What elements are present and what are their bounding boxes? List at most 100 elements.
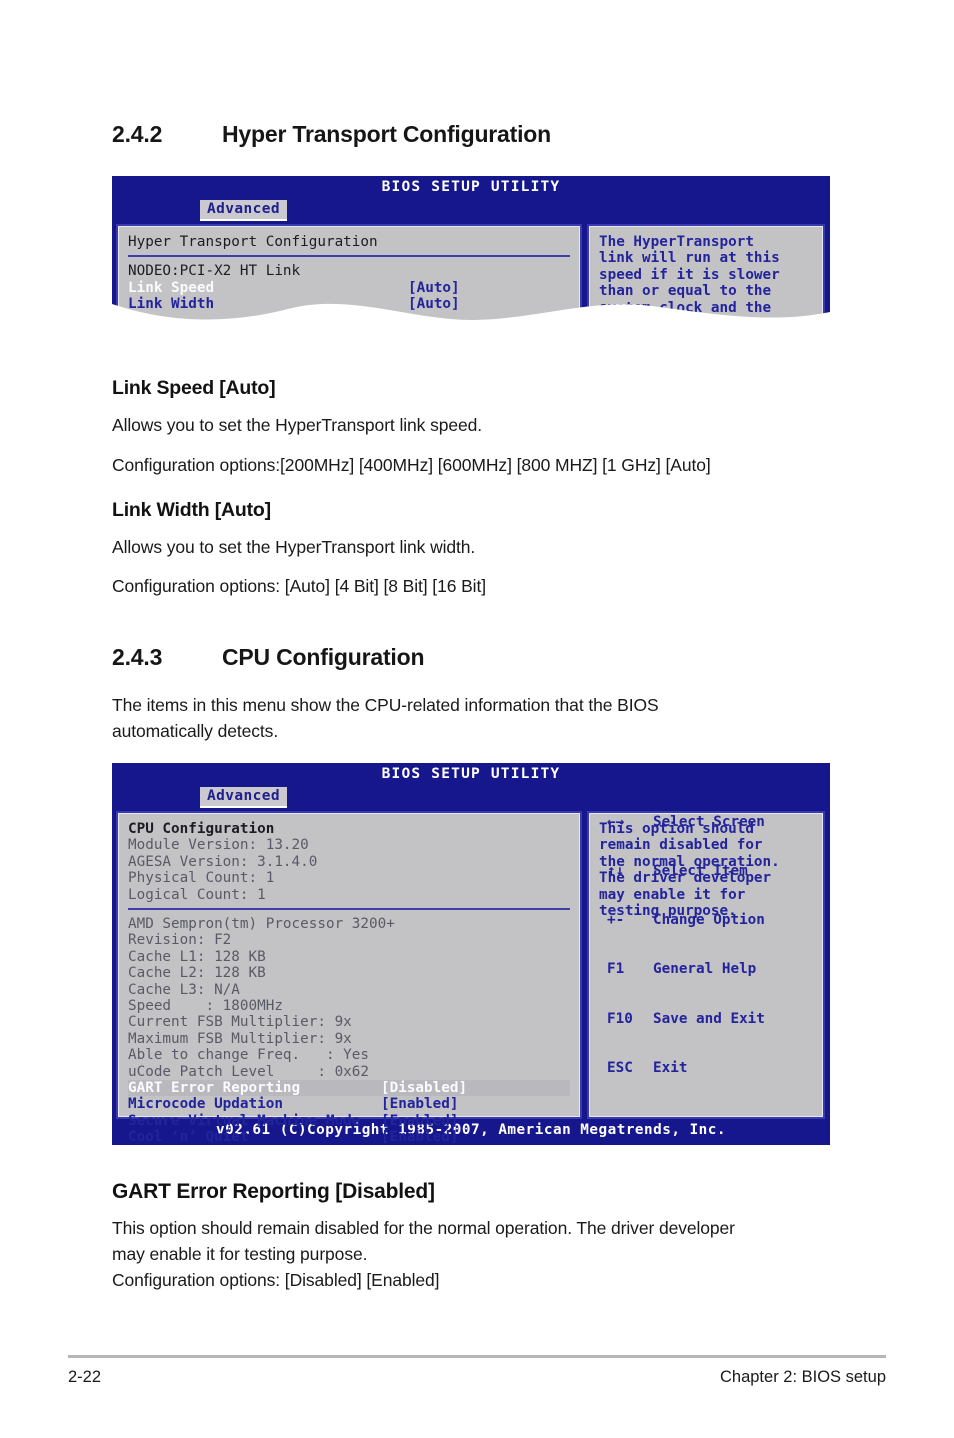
help-line: link will run at this [599,250,780,267]
up-down-arrows-icon: ↑↓ [607,862,625,879]
f1-key-icon: F1 [607,961,625,978]
info-line: Logical Count: 1 [128,886,266,903]
subheading-gart-error-reporting: GART Error Reporting [Disabled] [112,1180,435,1203]
settings-pane: Hyper Transport Configuration NODEO:PCI-… [116,224,582,328]
link-speed-options: Configuration options:[200MHz] [400MHz] … [112,455,711,475]
node-label: NODEO:PCI-X2 HT Link [128,263,301,280]
document-page: 2.4.2 Hyper Transport Configuration BIOS… [0,0,954,1438]
legend-label: Select Item [653,862,748,879]
tab-advanced[interactable]: Advanced [200,787,288,808]
f10-key-icon: F10 [607,1010,633,1027]
legend-item-select-item: ↑↓ Select Item [607,863,765,879]
bios-title: BIOS SETUP UTILITY [381,766,561,782]
legend-label: Select Screen [653,813,765,830]
setting-row-cool-n-quiet[interactable]: Cool ‘n’ Quiet [Enabled] [128,1129,570,1145]
setting-label: Link Speed [128,279,215,296]
info-line: Cache L1: 128 KB [128,948,266,965]
legend-item-select-screen: ←→ Select Screen [607,814,765,830]
subheading-link-speed: Link Speed [Auto] [112,377,276,399]
legend-item-exit: ESC Exit [607,1060,765,1076]
help-line: than or equal to the [599,283,772,300]
info-line: Maximum FSB Multiplier: 9x [128,1030,352,1047]
legend-item-save-and-exit: F10 Save and Exit [607,1011,765,1027]
bios-title: BIOS SETUP UTILITY [381,179,561,195]
subheading-link-width: Link Width [Auto] [112,499,271,521]
bios-tab-row: Advanced [112,200,830,221]
legend-item-change-option: +- Change Option [607,912,765,928]
info-line: Cache L3: N/A [128,981,240,998]
setting-row-secure-virtual-machine-mode[interactable]: Secure Virtual Machine Mode [Enabled] [128,1113,570,1129]
plus-minus-icon: +- [607,912,625,929]
bios-screenshot-cpu: BIOS SETUP UTILITY Advanced CPU Configur… [112,763,830,1145]
cpu-info-list: CPU Configuration Module Version: 13.20 … [118,813,580,1152]
left-right-arrows-icon: ←→ [607,813,625,830]
key-legend: ←→ Select Screen ↑↓ Select Item +- Chang… [607,781,765,1109]
info-line: Physical Count: 1 [128,870,275,887]
settings-list: Hyper Transport Configuration NODEO:PCI-… [118,226,580,319]
tab-advanced[interactable]: Advanced [200,200,288,221]
divider [128,908,570,911]
bios-body: Hyper Transport Configuration NODEO:PCI-… [112,221,830,328]
divider [128,255,570,258]
help-line: system clock and the [599,299,772,316]
info-line: AGESA Version: 3.1.4.0 [128,853,318,870]
pane-heading: Hyper Transport Configuration [128,234,378,250]
legend-label: Save and Exit [653,1010,765,1027]
help-text-container: The HyperTransport link will run at this… [589,226,823,328]
help-line: board is capable. [599,316,746,328]
bios-body: CPU Configuration Module Version: 13.20 … [112,808,830,1145]
setting-label: Microcode Updation [128,1096,283,1113]
info-line: Current FSB Multiplier: 9x [128,1014,352,1031]
setting-value[interactable]: [Auto] [408,280,460,296]
section-title: Hyper Transport Configuration [222,121,551,147]
gart-options: Configuration options: [Disabled] [Enabl… [112,1270,440,1290]
cpu-intro-line1: The items in this menu show the CPU-rela… [112,695,659,715]
gart-description-line1: This option should remain disabled for t… [112,1218,735,1238]
setting-row-link-speed[interactable]: Link Speed [Auto] [128,280,570,296]
info-line: Cache L2: 128 KB [128,965,266,982]
setting-row-gart-error-reporting[interactable]: GART Error Reporting [Disabled] [128,1080,570,1097]
section-heading-243: 2.4.3 CPU Configuration [112,644,425,671]
legend-label: Change Option [653,912,765,929]
chapter-label: Chapter 2: BIOS setup [719,1368,886,1386]
gart-description-line2: may enable it for testing purpose. [112,1244,368,1264]
info-line: uCode Patch Level : 0x62 [128,1063,370,1080]
setting-value[interactable]: [Disabled] [381,1080,467,1096]
setting-label: GART Error Reporting [128,1080,301,1097]
section-heading-242: 2.4.2 Hyper Transport Configuration [112,121,551,148]
bios-screenshot-hypertransport: BIOS SETUP UTILITY Advanced Hyper Transp… [112,176,830,328]
setting-label: Cool ‘n’ Quiet [128,1129,249,1146]
setting-value[interactable]: [Enabled] [381,1096,458,1112]
section-number: 2.4.2 [112,121,163,147]
help-line: speed if it is slower [599,266,780,283]
setting-value[interactable]: [Auto] [408,296,460,312]
info-line: Speed : 1800MHz [128,998,283,1015]
bios-title-bar: BIOS SETUP UTILITY [112,176,830,200]
setting-value[interactable]: [Enabled] [381,1129,458,1145]
footer-divider [68,1355,886,1358]
section-number: 2.4.3 [112,644,163,670]
cpu-intro-line2: automatically detects. [112,721,279,741]
setting-label: Link Width [128,296,215,313]
info-line: Module Version: 13.20 [128,837,309,854]
setting-row-link-width[interactable]: Link Width [Auto] [128,296,570,312]
help-pane: The HyperTransport link will run at this… [587,224,825,328]
link-width-options: Configuration options: [Auto] [4 Bit] [8… [112,576,486,596]
setting-label: Secure Virtual Machine Mode [128,1112,361,1129]
info-line: Revision: F2 [128,932,232,949]
cpu-help-pane: This option should remain disabled for t… [587,811,825,1119]
esc-key-icon: ESC [607,1059,633,1076]
setting-row-microcode-updation[interactable]: Microcode Updation [Enabled] [128,1096,570,1112]
legend-label: Exit [653,1059,688,1076]
info-line: AMD Sempron(tm) Processor 3200+ [128,916,395,933]
link-speed-description: Allows you to set the HyperTransport lin… [112,415,483,435]
section-title: CPU Configuration [222,644,425,670]
legend-label: General Help [653,961,757,978]
pane-heading: CPU Configuration [128,821,275,837]
link-width-description: Allows you to set the HyperTransport lin… [112,537,476,557]
setting-value[interactable]: [Enabled] [381,1113,458,1129]
page-number: 2-22 [68,1368,102,1386]
help-line: The HyperTransport [599,234,754,250]
legend-item-general-help: F1 General Help [607,961,765,977]
info-line: Able to change Freq. : Yes [128,1047,370,1064]
